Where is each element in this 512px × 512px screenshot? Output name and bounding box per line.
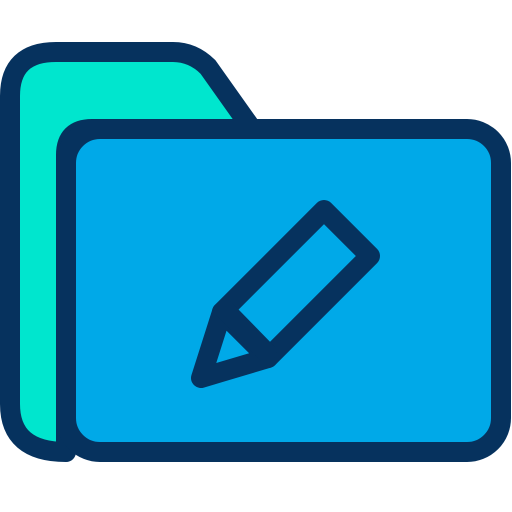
icon-canvas xyxy=(0,0,512,512)
edit-folder-icon xyxy=(0,42,511,462)
